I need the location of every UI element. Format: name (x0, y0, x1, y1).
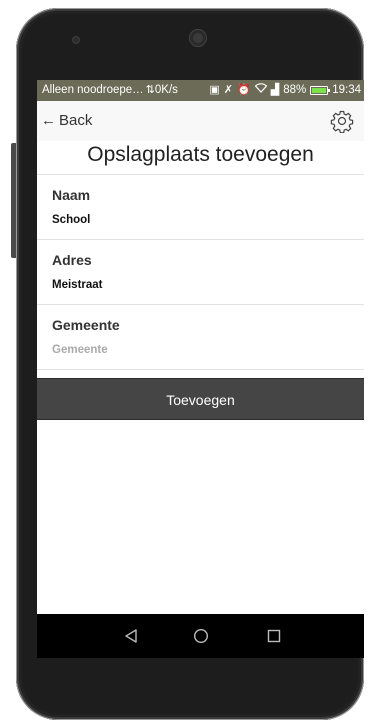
status-icons: ▣ ✗ ⏰ ▟ 88% 19:34 (209, 80, 361, 101)
page-title: Opslagplaats toevoegen (87, 143, 314, 166)
form-divider (37, 369, 364, 370)
back-button[interactable]: ← Back (41, 112, 92, 129)
action-bar: ← Back (37, 101, 364, 141)
wifi-icon (254, 80, 268, 101)
sensor-dot (73, 37, 79, 43)
system-nav-bar (37, 614, 364, 658)
gear-icon (330, 110, 354, 134)
nav-recents-icon[interactable] (267, 629, 281, 643)
back-arrow-icon: ← (41, 112, 56, 129)
network-speed: 0K/s (154, 84, 178, 96)
adres-input[interactable] (52, 276, 342, 294)
add-button[interactable]: Toevoegen (37, 378, 364, 420)
gemeente-field: Gemeente (37, 304, 364, 368)
adres-label: Adres (52, 252, 92, 268)
gemeente-input[interactable] (52, 341, 342, 359)
naam-input[interactable] (52, 211, 342, 229)
nav-back-icon[interactable] (123, 628, 139, 644)
nav-home-icon[interactable] (193, 628, 209, 644)
app-screen: Alleen noodroepe… ⇅ 0K/s ▣ ✗ ⏰ ▟ 88% 19:… (37, 80, 364, 658)
battery-icon (310, 86, 331, 95)
alarm-icon: ⏰ (237, 84, 251, 96)
mute-icon: ✗ (223, 84, 234, 96)
battery-percent: 88% (283, 84, 307, 96)
status-bar: Alleen noodroepe… ⇅ 0K/s ▣ ✗ ⏰ ▟ 88% 19:… (37, 80, 364, 101)
adres-field: Adres (37, 239, 364, 303)
side-volume-button (11, 143, 16, 258)
naam-field: Naam (37, 174, 364, 238)
naam-label: Naam (52, 187, 91, 203)
front-camera (190, 30, 206, 46)
carrier-text: Alleen noodroepe… (42, 84, 144, 96)
clock: 19:34 (332, 84, 361, 96)
back-label: Back (59, 112, 93, 129)
settings-button[interactable] (330, 109, 354, 134)
signal-icon: ▟ (270, 84, 280, 96)
gemeente-label: Gemeente (52, 317, 120, 333)
nfc-icon: ▣ (209, 84, 220, 96)
data-arrow-icon: ⇅ (145, 84, 155, 96)
